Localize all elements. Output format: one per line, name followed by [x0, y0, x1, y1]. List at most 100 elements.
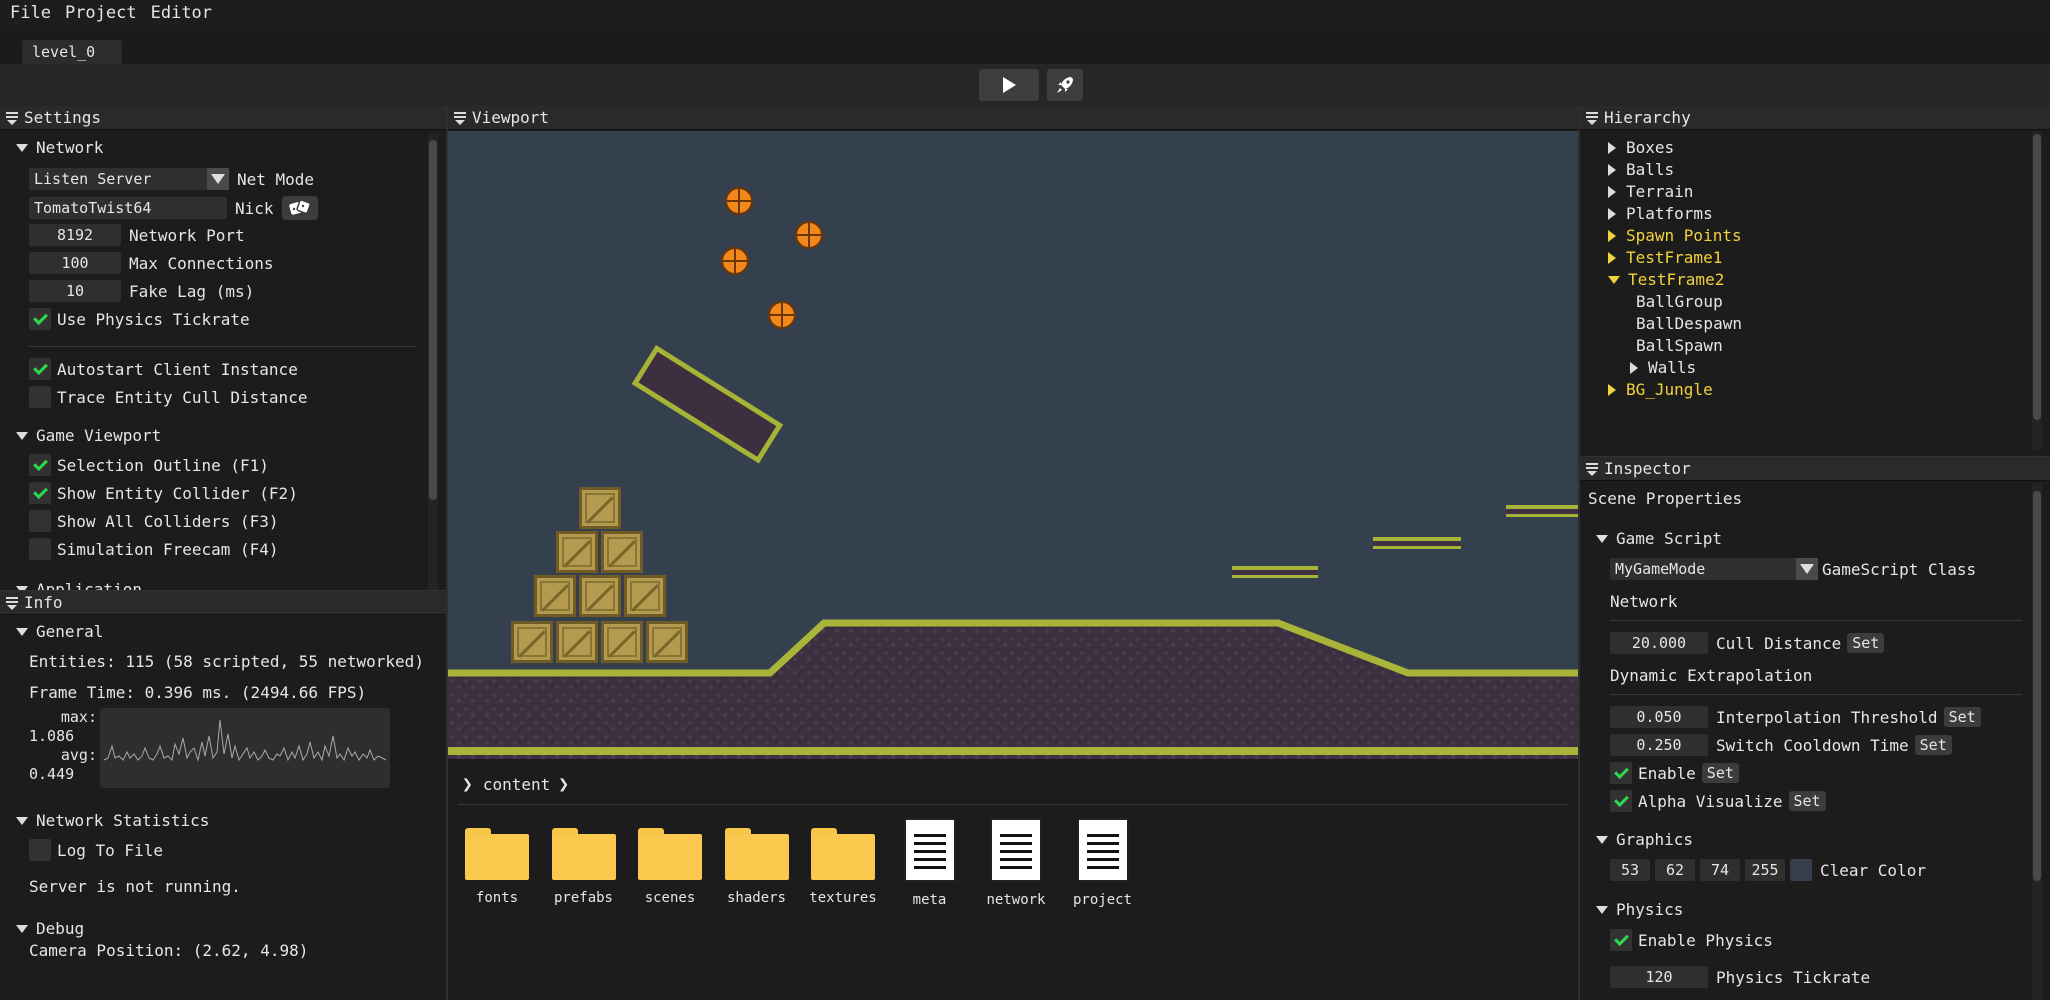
hierarchy-item[interactable]: TestFrame1 — [1608, 248, 1722, 267]
alpha-visualize-checkbox[interactable] — [1610, 790, 1632, 812]
game-script-select[interactable]: MyGameMode — [1610, 558, 1818, 580]
collapsed-arrow-icon[interactable] — [1608, 251, 1616, 264]
hierarchy-item[interactable]: BallSpawn — [1630, 336, 1723, 355]
play-button[interactable] — [979, 69, 1039, 101]
hierarchy-item-label: TestFrame2 — [1628, 270, 1725, 289]
clear-color-swatch[interactable] — [1790, 859, 1812, 881]
dice-icon — [288, 199, 311, 215]
folder-item[interactable]: scenes — [635, 818, 705, 906]
random-nick-button[interactable] — [281, 196, 318, 220]
expanded-arrow-icon[interactable] — [1608, 275, 1620, 284]
show-all-colliders-checkbox[interactable] — [29, 510, 51, 532]
collapsed-arrow-icon[interactable] — [1608, 207, 1616, 220]
enable-set-button[interactable]: Set — [1701, 763, 1739, 783]
game-viewport-section[interactable]: Game Viewport — [16, 426, 161, 445]
hierarchy-item[interactable]: Terrain — [1608, 182, 1693, 201]
doc-line — [913, 858, 946, 861]
debug-section[interactable]: Debug — [16, 919, 84, 938]
network-section[interactable]: Network — [16, 138, 103, 157]
port-input[interactable]: 8192 — [29, 224, 121, 246]
chevron-right-icon[interactable]: ❯ — [558, 774, 569, 795]
tab-level[interactable]: level_0 — [22, 40, 122, 64]
launch-button[interactable] — [1047, 69, 1083, 101]
hierarchy-item[interactable]: BG_Jungle — [1608, 380, 1713, 399]
switch-cooldown-set-button[interactable]: Set — [1914, 735, 1952, 755]
inspector-scrollbar[interactable] — [2032, 483, 2042, 1000]
collapsed-arrow-icon[interactable] — [1608, 185, 1616, 198]
crate — [511, 621, 553, 663]
menu-editor[interactable]: Editor — [151, 3, 212, 23]
info-header: Info — [0, 591, 446, 615]
collapsed-arrow-icon[interactable] — [1608, 229, 1616, 242]
hierarchy-item[interactable]: Boxes — [1608, 138, 1674, 157]
collapsed-arrow-icon[interactable] — [1608, 141, 1616, 154]
hierarchy-item[interactable]: Spawn Points — [1608, 226, 1742, 245]
max-connections-input[interactable]: 100 — [29, 252, 121, 274]
menu-project[interactable]: Project — [65, 3, 137, 23]
scrollbar-thumb[interactable] — [2033, 134, 2041, 420]
scrollbar-thumb[interactable] — [2033, 491, 2041, 881]
panel-menu-icon[interactable] — [1586, 111, 1598, 125]
hierarchy-item[interactable]: Platforms — [1608, 204, 1713, 223]
selection-outline-checkbox[interactable] — [29, 454, 51, 476]
file-item[interactable]: meta — [895, 818, 965, 908]
crate — [556, 621, 598, 663]
collapsed-arrow-icon[interactable] — [1608, 163, 1616, 176]
clear-color-a-input[interactable]: 255 — [1745, 859, 1785, 881]
folder-item[interactable]: prefabs — [549, 818, 619, 906]
clear-color-r-input[interactable]: 53 — [1610, 859, 1650, 881]
scrollbar-thumb[interactable] — [429, 140, 437, 500]
folder-item[interactable]: textures — [808, 818, 878, 906]
switch-cooldown-input[interactable]: 0.250 — [1610, 734, 1708, 756]
panel-menu-icon[interactable] — [454, 111, 466, 125]
show-entity-collider-checkbox[interactable] — [29, 482, 51, 504]
game-script-section[interactable]: Game Script — [1596, 529, 1722, 548]
network-statistics-section[interactable]: Network Statistics — [16, 811, 209, 830]
settings-scrollbar[interactable] — [428, 134, 438, 590]
nick-input[interactable]: TomatoTwist64 — [29, 197, 227, 219]
chevron-right-icon[interactable]: ❯ — [462, 774, 473, 795]
enable-checkbox[interactable] — [1610, 762, 1632, 784]
physics-tickrate-input[interactable]: 120 — [1610, 966, 1708, 988]
interp-threshold-set-button[interactable]: Set — [1943, 707, 1981, 727]
collapsed-arrow-icon[interactable] — [1630, 361, 1638, 374]
file-item[interactable]: project — [1068, 818, 1138, 908]
panel-menu-icon[interactable] — [6, 111, 18, 125]
hierarchy-item[interactable]: BallDespawn — [1630, 314, 1742, 333]
trace-cull-checkbox[interactable] — [29, 386, 51, 408]
graphics-section[interactable]: Graphics — [1596, 830, 1693, 849]
play-icon — [1003, 77, 1016, 93]
application-section[interactable]: Application — [16, 580, 142, 590]
clear-color-b-input[interactable]: 74 — [1700, 859, 1740, 881]
hierarchy-item[interactable]: BallGroup — [1630, 292, 1723, 311]
enable-physics-checkbox[interactable] — [1610, 929, 1632, 951]
hierarchy-title: Hierarchy — [1604, 108, 1691, 127]
breadcrumb-content[interactable]: content — [483, 775, 550, 794]
fake-lag-input[interactable]: 10 — [29, 280, 121, 302]
collapsed-arrow-icon[interactable] — [1608, 383, 1616, 396]
log-to-file-checkbox[interactable] — [29, 839, 51, 861]
hierarchy-item[interactable]: Walls — [1630, 358, 1696, 377]
folder-item[interactable]: fonts — [462, 818, 532, 906]
file-item[interactable]: network — [981, 818, 1051, 908]
folder-item[interactable]: shaders — [722, 818, 792, 906]
hierarchy-item[interactable]: Balls — [1608, 160, 1674, 179]
hierarchy-item[interactable]: TestFrame2 — [1608, 270, 1724, 289]
use-physics-tickrate-checkbox[interactable] — [29, 308, 51, 330]
cull-distance-input[interactable]: 20.000 — [1610, 632, 1708, 654]
interp-threshold-input[interactable]: 0.050 — [1610, 706, 1708, 728]
simulation-freecam-checkbox[interactable] — [29, 538, 51, 560]
entities-text: Entities: 115 (58 scripted, 55 networked… — [29, 652, 424, 671]
panel-menu-icon[interactable] — [1586, 462, 1598, 476]
panel-menu-icon[interactable] — [6, 596, 18, 610]
game-viewport[interactable] — [448, 131, 1578, 759]
net-mode-select[interactable]: Listen Server — [29, 168, 229, 190]
clear-color-g-input[interactable]: 62 — [1655, 859, 1695, 881]
general-section[interactable]: General — [16, 622, 103, 641]
physics-section[interactable]: Physics — [1596, 900, 1683, 919]
hierarchy-scrollbar[interactable] — [2032, 132, 2042, 450]
alpha-visualize-set-button[interactable]: Set — [1788, 791, 1826, 811]
cull-distance-set-button[interactable]: Set — [1847, 633, 1885, 653]
menu-file[interactable]: File — [10, 3, 51, 23]
autostart-client-checkbox[interactable] — [29, 358, 51, 380]
